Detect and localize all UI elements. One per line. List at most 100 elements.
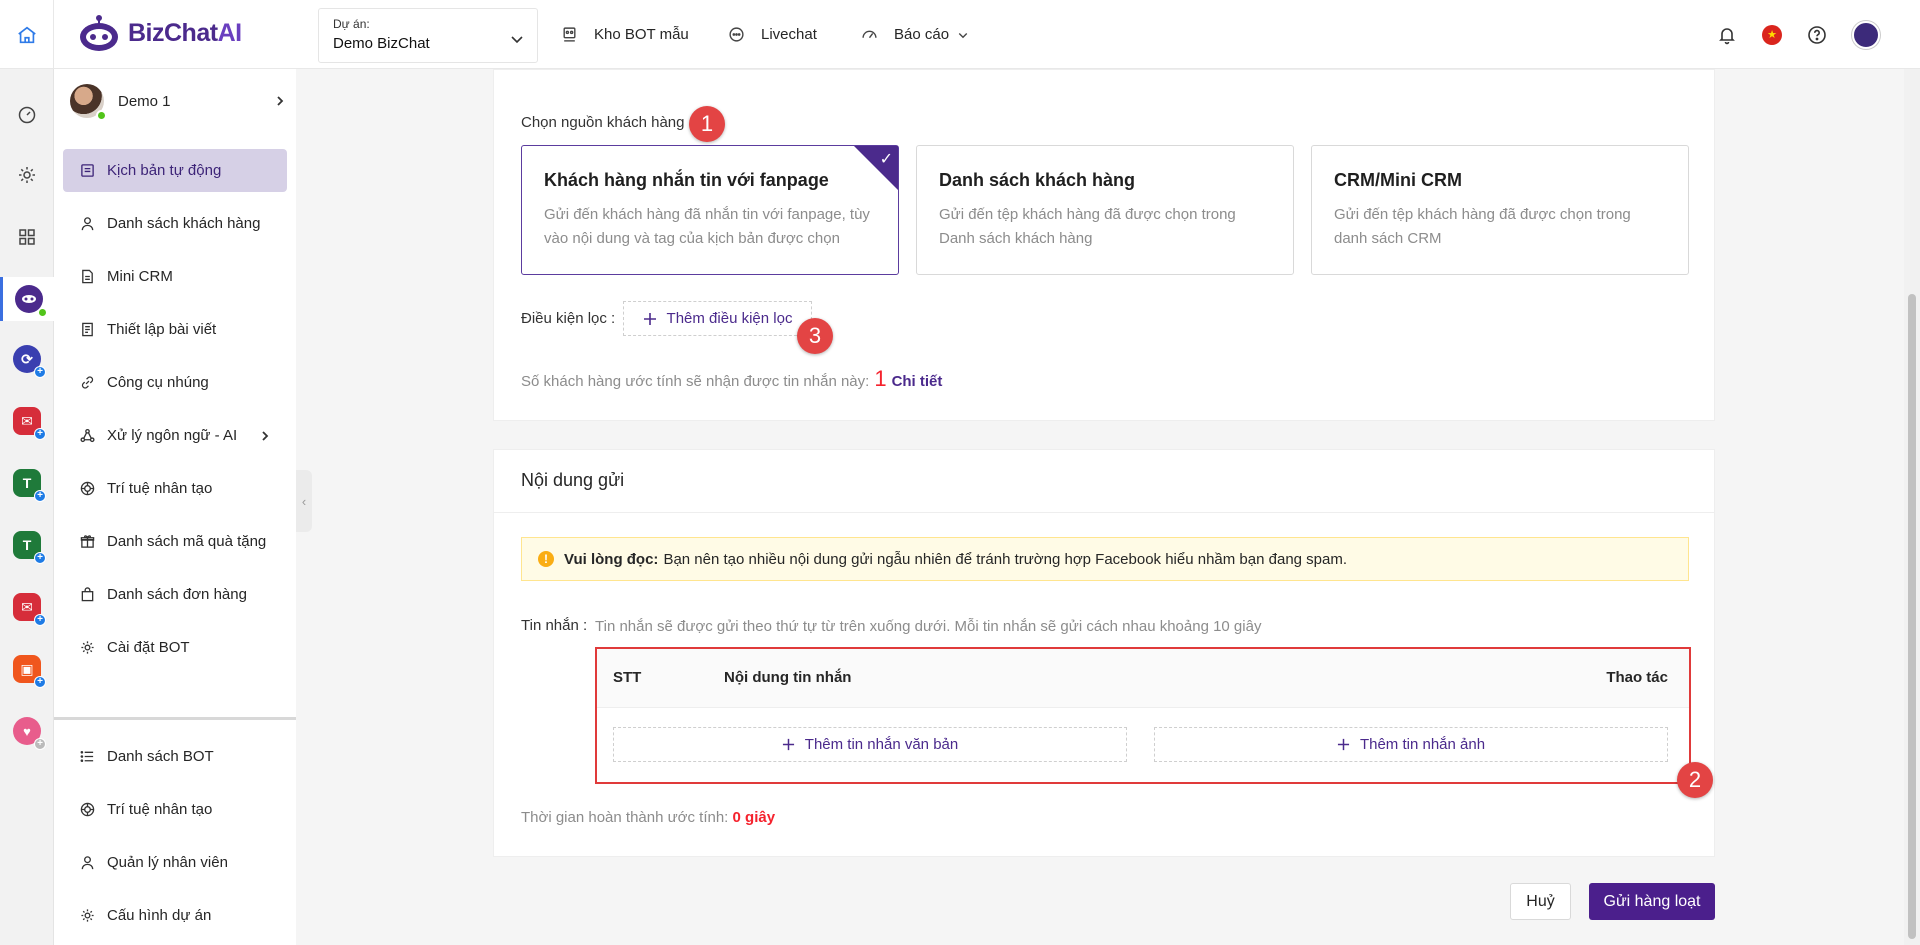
sidebar-item-gift-codes[interactable]: Danh sách mã quà tặng — [63, 520, 287, 563]
sidebar-item-post-setup[interactable]: Thiết lập bài viết — [63, 308, 287, 351]
home-button[interactable] — [0, 0, 54, 69]
estimate-count: 1 — [874, 366, 887, 391]
nav-livechat-label: Livechat — [761, 26, 817, 43]
sidebar-item-label: Xử lý ngôn ngữ - AI — [107, 427, 238, 444]
chevron-right-icon — [262, 430, 269, 441]
warning-text: Bạn nên tạo nhiều nội dung gửi ngẫu nhiê… — [663, 550, 1348, 568]
link-icon — [79, 375, 95, 391]
content-title: Nội dung gửi — [521, 470, 625, 490]
brand-name-ai: AI — [217, 18, 243, 47]
nav-bot-templates[interactable]: Kho BOT mẫu — [561, 0, 689, 69]
brand-logo[interactable]: BizChatAI — [78, 14, 242, 52]
plus-icon — [1337, 738, 1350, 751]
detail-link[interactable]: Chi tiết — [892, 373, 943, 390]
sidebar-item-ai[interactable]: Trí tuệ nhân tạo — [63, 467, 287, 510]
nav-reports[interactable]: Báo cáo — [861, 0, 969, 69]
nav-livechat[interactable]: Livechat — [728, 0, 817, 69]
user-icon — [79, 855, 95, 871]
sidebar-item-label: Trí tuệ nhân tạo — [107, 480, 213, 497]
bizchat-app-icon — [14, 285, 47, 317]
add-filter-label: Thêm điều kiện lọc — [666, 310, 793, 327]
dashboard-icon — [862, 30, 877, 39]
sidebar: Demo 1 Kịch bản tự động Danh sách khách … — [54, 69, 296, 945]
source-card-desc-line: Danh sách khách hàng — [939, 230, 1093, 247]
chevron-right-icon — [277, 96, 284, 106]
rail-app-2[interactable]: ⟳ + — [0, 337, 54, 381]
add-text-message-label: Thêm tin nhắn văn bản — [804, 736, 959, 753]
header-actions: ★ — [1717, 0, 1880, 69]
project-select[interactable]: Dự án: Demo BizChat — [318, 8, 538, 63]
rail-apps[interactable] — [0, 215, 54, 259]
source-card-desc-line: Gửi đến tệp khách hàng đã được chọn tron… — [939, 206, 1236, 223]
sidebar-item-label: Quản lý nhân viên — [107, 854, 228, 871]
sidebar-divider — [54, 717, 296, 720]
sidebar-item-nlp-ai[interactable]: Xử lý ngôn ngữ - AI — [63, 414, 287, 457]
gear-icon — [79, 640, 95, 656]
rail-settings[interactable] — [0, 153, 54, 197]
completion-time-row: Thời gian hoàn thành ước tính: 0 giây — [521, 809, 775, 826]
sidebar-item-label: Kịch bản tự động — [107, 162, 222, 179]
account-avatar[interactable] — [1852, 20, 1880, 49]
scrollbar-thumb[interactable] — [1908, 294, 1916, 939]
source-card-desc: Gửi đến tệp khách hàng đã được chọn tron… — [939, 203, 1271, 251]
bulk-send-button[interactable]: Gửi hàng loạt — [1589, 883, 1715, 920]
step-badge: 1 — [689, 106, 725, 142]
sidebar-item-ai-bottom[interactable]: Trí tuệ nhân tạo — [63, 788, 287, 831]
tree-app-icon: T + — [13, 469, 46, 502]
message-table-header: STT Nội dung tin nhắn Thao tác — [597, 649, 1689, 708]
sidebar-collapse-toggle[interactable]: ‹ — [296, 470, 312, 532]
rail-app-8[interactable]: ♥ + — [0, 709, 54, 753]
sidebar-item-customers[interactable]: Danh sách khách hàng — [63, 202, 287, 245]
sidebar-item-label: Cài đặt BOT — [107, 639, 190, 656]
sidebar-item-bot-list[interactable]: Danh sách BOT — [63, 735, 287, 778]
source-card-title: Danh sách khách hàng — [939, 170, 1136, 190]
bell-icon[interactable] — [1717, 25, 1737, 45]
source-card-title: CRM/Mini CRM — [1334, 170, 1462, 190]
sidebar-item-label: Danh sách BOT — [107, 748, 214, 765]
brand-name: BizChatAI — [128, 19, 242, 48]
help-icon[interactable] — [1807, 25, 1827, 45]
plus-icon — [782, 738, 794, 751]
source-card-fanpage[interactable]: Khách hàng nhắn tin với fanpage Gửi đến … — [521, 145, 899, 275]
list-icon — [79, 749, 95, 765]
message-label: Tin nhắn : — [521, 617, 588, 634]
user-switcher[interactable]: Demo 1 — [70, 81, 286, 121]
sidebar-item-staff[interactable]: Quản lý nhân viên — [63, 841, 287, 884]
rail-app-6[interactable]: ✉ + — [0, 585, 54, 629]
scrollbar-track[interactable] — [1904, 69, 1920, 945]
column-header-actions: Thao tác — [1606, 669, 1668, 686]
sidebar-item-label: Danh sách đơn hàng — [107, 586, 247, 603]
add-image-message-button[interactable]: Thêm tin nhắn ảnh — [1154, 727, 1668, 762]
dashboard-icon — [18, 106, 36, 124]
sidebar-item-embed-tools[interactable]: Công cụ nhúng — [63, 361, 287, 404]
add-filter-button[interactable]: Thêm điều kiện lọc — [623, 301, 812, 336]
network-icon — [79, 428, 95, 444]
sidebar-item-mini-crm[interactable]: Mini CRM — [63, 255, 287, 298]
sidebar-item-auto-scripts[interactable]: Kịch bản tự động — [63, 149, 287, 192]
add-text-message-button[interactable]: Thêm tin nhắn văn bản — [613, 727, 1127, 762]
rail-bizchat[interactable] — [0, 277, 54, 321]
gift-icon — [79, 534, 95, 550]
script-icon — [79, 163, 95, 179]
rail-app-3[interactable]: ✉ + — [0, 399, 54, 443]
cancel-button[interactable]: Huỷ — [1510, 883, 1571, 920]
sidebar-item-bot-settings[interactable]: Cài đặt BOT — [63, 626, 287, 669]
sidebar-item-orders[interactable]: Danh sách đơn hàng — [63, 573, 287, 616]
rail-app-4[interactable]: T + — [0, 461, 54, 505]
add-image-message-label: Thêm tin nhắn ảnh — [1359, 736, 1486, 753]
post-icon — [79, 322, 95, 338]
warning-title: Vui lòng đọc: — [564, 550, 659, 568]
rail-app-7[interactable]: ▣ + — [0, 647, 54, 691]
rail-dashboard[interactable] — [0, 93, 54, 137]
user-name: Demo 1 — [118, 92, 171, 110]
top-header: BizChatAI Dự án: Demo BizChat Kho BOT mẫ… — [0, 0, 1920, 69]
language-flag-icon[interactable]: ★ — [1762, 24, 1782, 45]
content-panel-divider — [494, 512, 1714, 513]
source-card-customer-list[interactable]: Danh sách khách hàng Gửi đến tệp khách h… — [916, 145, 1294, 275]
column-header-content: Nội dung tin nhắn — [724, 669, 852, 686]
rail-app-5[interactable]: T + — [0, 523, 54, 567]
sidebar-item-project-config[interactable]: Cấu hình dự án — [63, 894, 287, 937]
gear-icon — [19, 167, 35, 183]
customer-source-label: Chọn nguồn khách hàng — [521, 114, 685, 131]
source-card-crm[interactable]: CRM/Mini CRM Gửi đến tệp khách hàng đã đ… — [1311, 145, 1689, 275]
